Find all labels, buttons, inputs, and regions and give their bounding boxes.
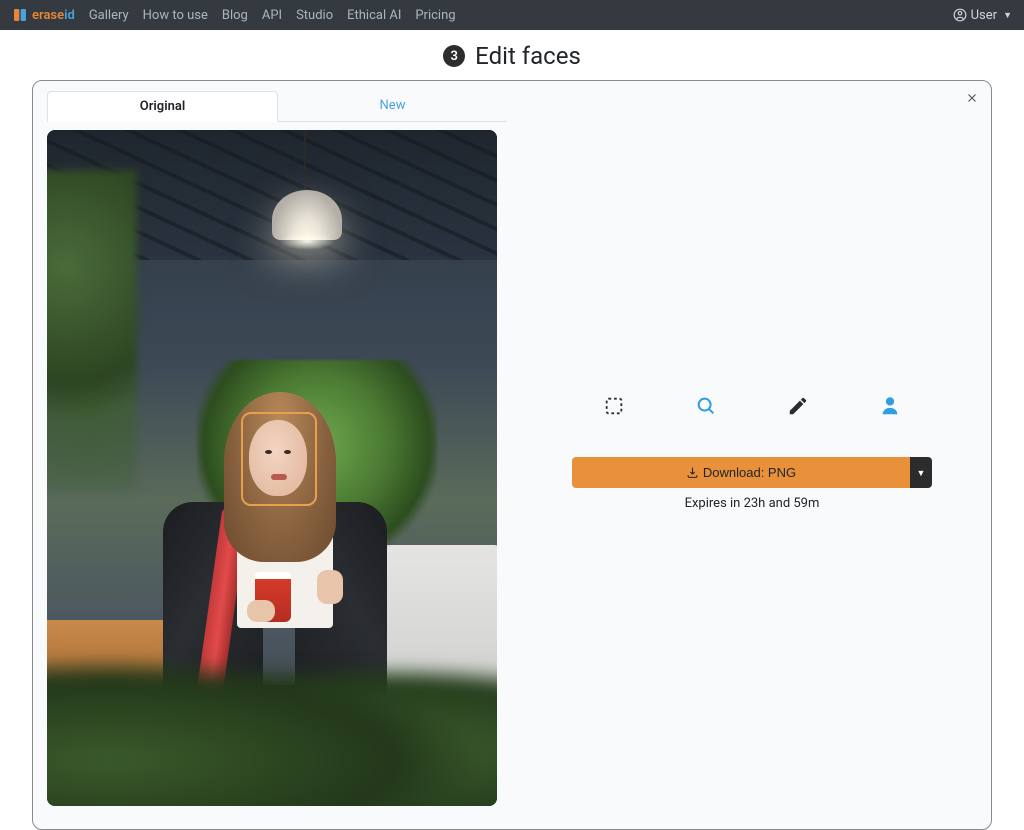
caret-down-icon: ▼ (1003, 10, 1012, 21)
image-preview[interactable] (47, 130, 497, 806)
pencil-icon (787, 395, 809, 417)
download-icon (686, 466, 699, 479)
edit-tool[interactable] (787, 395, 809, 417)
download-options-button[interactable]: ▼ (910, 457, 932, 488)
user-label: User (971, 8, 997, 23)
logo-icon (12, 7, 28, 23)
nav-studio[interactable]: Studio (296, 8, 333, 23)
download-label: Download: PNG (703, 465, 796, 480)
nav-api[interactable]: API (262, 8, 282, 23)
person-icon (879, 395, 901, 417)
nav-blog[interactable]: Blog (222, 8, 248, 23)
left-column: Original New (47, 91, 507, 815)
tab-original[interactable]: Original (47, 91, 278, 122)
step-badge: 3 (443, 45, 465, 67)
navbar-left: eraseid Gallery How to use Blog API Stud… (12, 7, 456, 23)
nav-links: Gallery How to use Blog API Studio Ethic… (89, 8, 456, 23)
search-icon (695, 395, 717, 417)
person-tool[interactable] (879, 395, 901, 417)
brand-logo[interactable]: eraseid (12, 7, 75, 23)
nav-how-to-use[interactable]: How to use (143, 8, 208, 23)
page-title-row: 3 Edit faces (0, 42, 1024, 70)
nav-pricing[interactable]: Pricing (415, 8, 455, 23)
caret-down-icon: ▼ (917, 468, 926, 478)
user-menu[interactable]: User ▼ (953, 8, 1012, 23)
user-icon (953, 8, 967, 22)
download-row: Download: PNG ▼ (572, 457, 932, 488)
zoom-tool[interactable] (695, 395, 717, 417)
expires-text: Expires in 23h and 59m (685, 496, 820, 511)
brand-text: eraseid (32, 8, 75, 23)
image-tabs: Original New (47, 91, 507, 122)
download-button[interactable]: Download: PNG (572, 457, 910, 488)
tool-row (583, 395, 921, 417)
select-box-icon (603, 395, 625, 417)
nav-gallery[interactable]: Gallery (89, 8, 129, 23)
right-column: Download: PNG ▼ Expires in 23h and 59m (527, 91, 977, 815)
close-button[interactable] (965, 91, 979, 110)
page-title: Edit faces (475, 42, 581, 70)
close-icon (965, 91, 979, 105)
navbar: eraseid Gallery How to use Blog API Stud… (0, 0, 1024, 30)
nav-ethical-ai[interactable]: Ethical AI (347, 8, 401, 23)
tab-new[interactable]: New (278, 91, 507, 122)
select-tool[interactable] (603, 395, 625, 417)
editor-panel: Original New (32, 80, 992, 830)
